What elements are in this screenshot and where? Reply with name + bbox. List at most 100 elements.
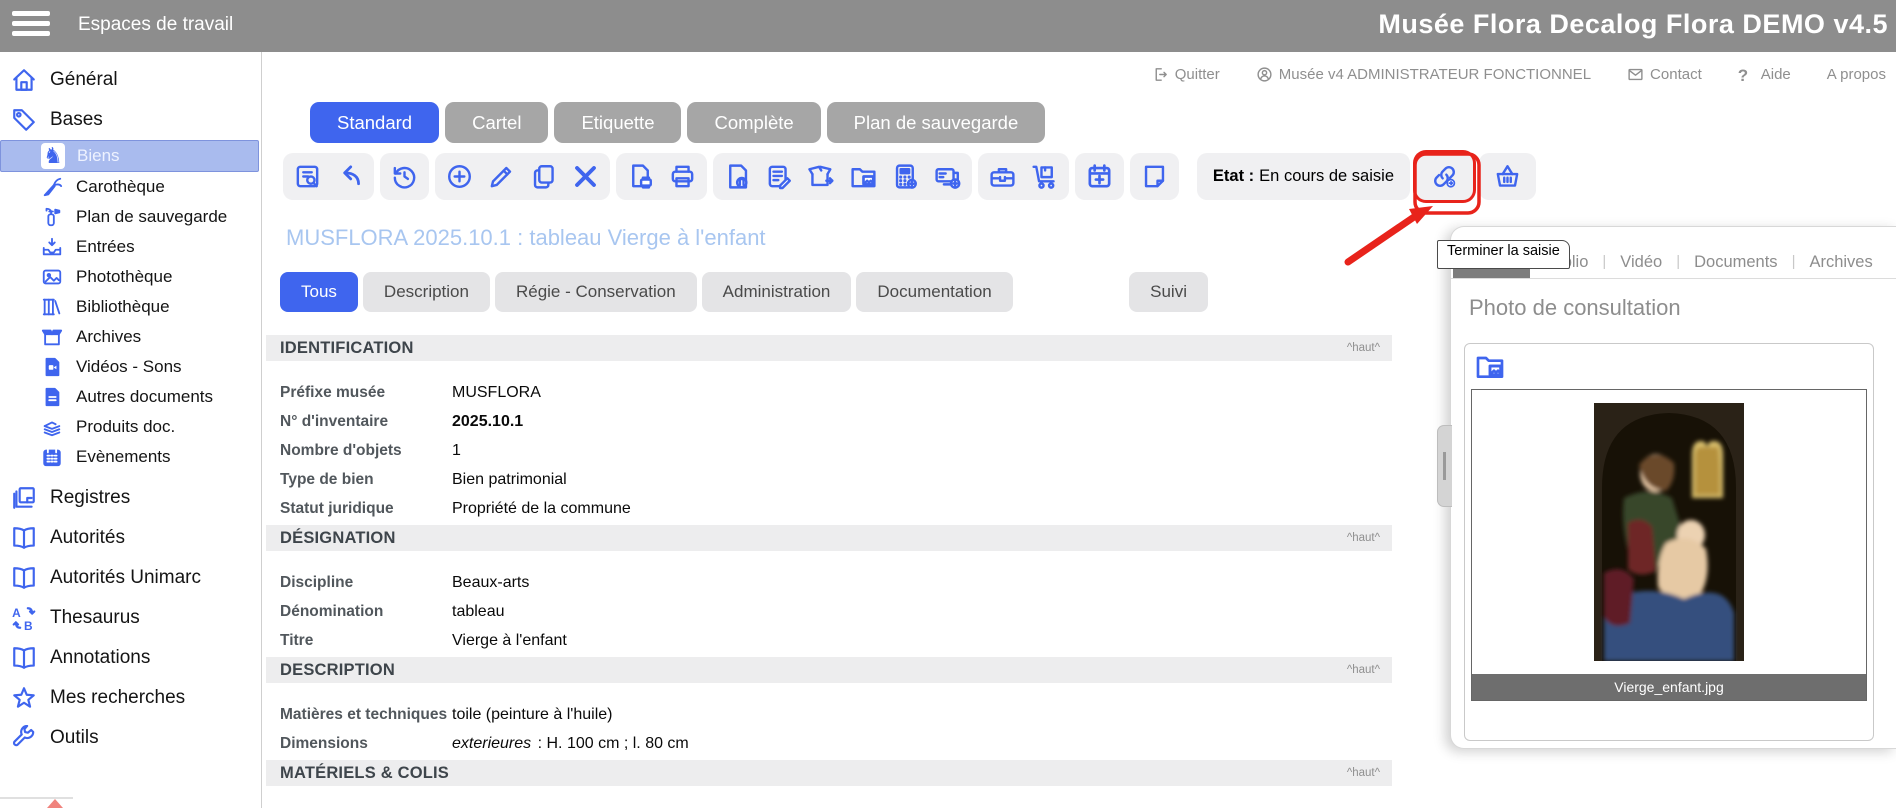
sidebar-item-label: Thesaurus — [50, 607, 140, 628]
content-tab-documentation[interactable]: Documentation — [856, 272, 1013, 312]
field-row: Discipline Beaux-arts — [266, 568, 1392, 597]
tag-icon — [10, 107, 38, 133]
package-open-icon[interactable] — [807, 162, 836, 191]
finish-entry-link-button[interactable] — [1416, 153, 1473, 200]
mode-tab-plan-de-sauvegarde[interactable]: Plan de sauvegarde — [826, 102, 1046, 143]
image-icon — [40, 266, 64, 288]
field-value: tableau — [452, 602, 505, 620]
mode-tab-compl-te[interactable]: Complète — [687, 102, 821, 143]
sidebar-item-label: Produits doc. — [76, 417, 176, 436]
sidebar-item-label: Archives — [76, 327, 142, 346]
sidebar-item-biens[interactable]: ♞ Biens — [0, 140, 259, 172]
list-search-icon[interactable] — [293, 162, 322, 191]
utility-item-aide[interactable]: ? Aide — [1738, 66, 1791, 85]
toolbox-icon[interactable] — [988, 162, 1017, 191]
history-icon[interactable] — [390, 162, 419, 191]
folder-image-icon[interactable] — [849, 162, 878, 191]
delete-x-icon[interactable] — [571, 162, 600, 191]
record-title: MUSFLORA 2025.10.1 : tableau Vierge à l'… — [286, 225, 766, 250]
hamburger-menu-icon[interactable] — [12, 11, 50, 41]
section-title: DESCRIPTION — [280, 660, 395, 679]
sidebar-item-label: Bibliothèque — [76, 297, 170, 316]
sidebar-item-biblioth-que[interactable]: Bibliothèque — [0, 292, 261, 322]
sidebar-item-ev-nements[interactable]: Evènements — [0, 442, 261, 472]
folder-image-icon[interactable] — [1473, 350, 1507, 382]
open-book-icon — [10, 525, 38, 551]
panel-collapse-handle[interactable] — [1437, 425, 1452, 507]
basket-icon — [1493, 162, 1522, 191]
document-icon — [40, 386, 64, 408]
sidebar-item-thesaurus[interactable]: A B Thesaurus — [0, 598, 261, 638]
sidebar-item-label: Evènements — [76, 447, 171, 466]
cards-add-icon[interactable] — [933, 162, 962, 191]
media-tab-archives[interactable]: Archives — [1795, 247, 1886, 278]
printer-icon[interactable] — [668, 162, 697, 191]
section-title: MATÉRIELS & COLIS — [280, 763, 450, 782]
utility-item-contact[interactable]: Contact — [1627, 66, 1702, 83]
mail-icon — [1627, 66, 1644, 83]
note-icon[interactable] — [1140, 162, 1169, 191]
media-tab-documents[interactable]: Documents — [1680, 247, 1791, 278]
edit-pencil-icon[interactable] — [487, 162, 516, 191]
sidebar-item-phototh-que[interactable]: Photothèque — [0, 262, 261, 292]
utility-item-quitter[interactable]: Quitter — [1152, 66, 1220, 83]
sidebar-item-vid-os-sons[interactable]: Vidéos - Sons — [0, 352, 261, 382]
utility-item-label: Contact — [1650, 65, 1702, 83]
utility-item-label: Musée v4 ADMINISTRATEUR FONCTIONNEL — [1278, 65, 1592, 83]
trolley-icon[interactable] — [1030, 162, 1059, 191]
add-circle-icon[interactable] — [445, 162, 474, 191]
back-to-top-link[interactable]: ^haut^ — [1347, 342, 1380, 354]
sidebar-item-label: Plan de sauvegarde — [76, 207, 228, 226]
mode-tab-standard[interactable]: Standard — [310, 102, 440, 143]
sidebar-item-autorit-s-unimarc[interactable]: Autorités Unimarc — [0, 558, 261, 598]
mode-tab-cartel[interactable]: Cartel — [445, 102, 549, 143]
calculator-icon[interactable] — [891, 162, 920, 191]
content-tab-administration[interactable]: Administration — [701, 272, 852, 312]
content-tab-tous[interactable]: Tous — [280, 272, 358, 312]
sidebar-item-label: Général — [50, 69, 118, 90]
archive-box-icon — [40, 326, 64, 348]
sidebar-item-entr-es[interactable]: Entrées — [0, 232, 261, 262]
painting-thumbnail[interactable] — [1594, 403, 1744, 661]
utility-item-a-propos[interactable]: A propos — [1827, 66, 1886, 83]
sidebar-item-registres[interactable]: Registres — [0, 478, 261, 518]
undo-icon[interactable] — [335, 162, 364, 191]
sidebar-item-autres-documents[interactable]: Autres documents — [0, 382, 261, 412]
mode-tab-etiquette[interactable]: Etiquette — [554, 102, 682, 143]
section-header: DÉSIGNATION ^haut^ — [266, 525, 1392, 551]
duplicate-icon[interactable] — [529, 162, 558, 191]
utility-item-mus-e-v4-administrateur-fonctionnel[interactable]: Musée v4 ADMINISTRATEUR FONCTIONNEL — [1256, 66, 1591, 83]
back-to-top-link[interactable]: ^haut^ — [1347, 532, 1380, 544]
sidebar-item-produits-doc-[interactable]: Produits doc. — [0, 412, 261, 442]
field-label: Dénomination — [280, 602, 384, 620]
back-to-top-link[interactable]: ^haut^ — [1347, 664, 1380, 676]
sidebar-item-autorit-s[interactable]: Autorités — [0, 518, 261, 558]
sidebar-item-label: Vidéos - Sons — [76, 357, 182, 376]
sidebar-item-g-n-ral[interactable]: Général — [0, 60, 261, 100]
sidebar-item-outils[interactable]: Outils — [0, 718, 261, 758]
sidebar-item-mes-recherches[interactable]: Mes recherches — [0, 678, 261, 718]
media-tab-vid-o[interactable]: Vidéo — [1606, 247, 1676, 278]
content-tab-r-gie-conservation[interactable]: Régie - Conservation — [494, 272, 697, 312]
wrench-icon — [10, 725, 38, 751]
record-toolbar: Etat : En cours de saisie — [283, 153, 1536, 200]
toolbar-group — [435, 153, 610, 200]
field-label: Dimensions — [280, 734, 368, 752]
sidebar-item-plan-de-sauvegarde[interactable]: Plan de sauvegarde — [0, 202, 261, 232]
content-tab-description[interactable]: Description — [362, 272, 490, 312]
attach-doc-icon[interactable] — [723, 162, 752, 191]
workspace-label[interactable]: Espaces de travail — [78, 14, 233, 36]
basket-button[interactable] — [1479, 153, 1536, 200]
calendar-add-icon[interactable] — [1085, 162, 1114, 191]
form-edit-icon[interactable] — [765, 162, 794, 191]
field-value: Vierge à l'enfant — [452, 631, 567, 649]
sidebar-item-bases[interactable]: Bases — [0, 100, 261, 140]
video-doc-icon — [40, 356, 64, 378]
back-to-top-link[interactable]: ^haut^ — [1347, 767, 1380, 779]
svg-text:B: B — [24, 619, 33, 631]
content-tab-suivi[interactable]: Suivi — [1129, 272, 1208, 312]
print-preview-icon[interactable] — [626, 162, 655, 191]
sidebar-item-archives[interactable]: Archives — [0, 322, 261, 352]
sidebar-item-annotations[interactable]: Annotations — [0, 638, 261, 678]
sidebar-item-caroth-que[interactable]: Carothèque — [0, 172, 261, 202]
